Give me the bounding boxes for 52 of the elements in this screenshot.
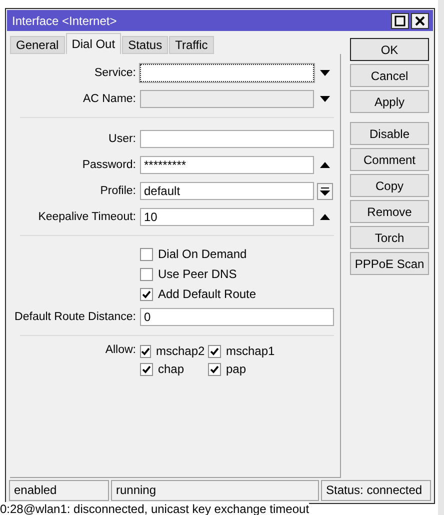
dropdown-arrow-icon[interactable] — [320, 96, 330, 102]
status-text: Status: connected — [321, 480, 431, 501]
action-button[interactable]: Torch — [350, 226, 429, 249]
checkbox[interactable] — [140, 248, 153, 260]
checkbox-label: Dial On Demand — [158, 247, 247, 261]
tab[interactable]: Status — [122, 36, 168, 54]
collapse-arrow-icon[interactable] — [320, 214, 330, 220]
checkbox-label: Add Default Route — [158, 287, 256, 301]
checkbox[interactable] — [140, 344, 151, 358]
tab[interactable]: Traffic — [169, 36, 214, 54]
action-button[interactable]: Comment — [350, 148, 429, 171]
checkbox[interactable] — [140, 268, 153, 280]
field-label: Password: — [81, 159, 137, 171]
checkbox[interactable] — [208, 344, 221, 358]
input-field[interactable] — [140, 64, 314, 82]
action-button[interactable]: PPPoE Scan — [350, 252, 429, 275]
tab[interactable]: General — [10, 36, 65, 54]
status-text: enabled — [9, 480, 109, 501]
input-field[interactable] — [140, 130, 334, 148]
close-icon[interactable] — [411, 12, 429, 28]
field-label: Profile: — [99, 185, 137, 197]
input-field[interactable]: 0 — [140, 308, 334, 326]
action-button[interactable]: Copy — [350, 174, 429, 197]
tab[interactable]: Dial Out — [66, 33, 122, 54]
field-label: Allow: — [104, 344, 137, 356]
checkbox[interactable] — [140, 362, 153, 376]
select-button-icon[interactable] — [317, 182, 334, 200]
field-label: Keepalive Timeout: — [37, 211, 137, 223]
dialog-button[interactable]: Cancel — [350, 64, 429, 87]
input-field[interactable]: ********* — [140, 156, 314, 174]
dropdown-arrow-icon[interactable] — [320, 70, 330, 76]
checkbox-label: mschap2 — [156, 344, 205, 358]
field-label: AC Name: — [82, 93, 137, 105]
checkbox-label: pap — [226, 362, 246, 376]
input-field[interactable]: 10 — [140, 208, 314, 226]
dialog-button[interactable]: OK — [350, 38, 429, 61]
field-label: Service: — [93, 67, 137, 79]
checkbox[interactable] — [208, 362, 221, 376]
checkbox[interactable] — [140, 288, 153, 300]
checkbox-label: chap — [158, 362, 184, 376]
dialog-button[interactable]: Apply — [350, 90, 429, 113]
checkbox-label: mschap1 — [226, 344, 275, 358]
maximize-icon[interactable] — [391, 12, 409, 28]
field-label: User: — [108, 133, 137, 145]
window-title: Interface <Internet> — [12, 14, 118, 28]
field-label: Default Route Distance: — [14, 311, 137, 323]
status-text: running — [111, 480, 319, 501]
collapse-arrow-icon[interactable] — [320, 162, 330, 168]
action-button[interactable]: Disable — [350, 122, 429, 145]
input-field[interactable]: default — [140, 182, 314, 200]
checkbox-label: Use Peer DNS — [158, 267, 237, 281]
action-button[interactable]: Remove — [350, 200, 429, 223]
